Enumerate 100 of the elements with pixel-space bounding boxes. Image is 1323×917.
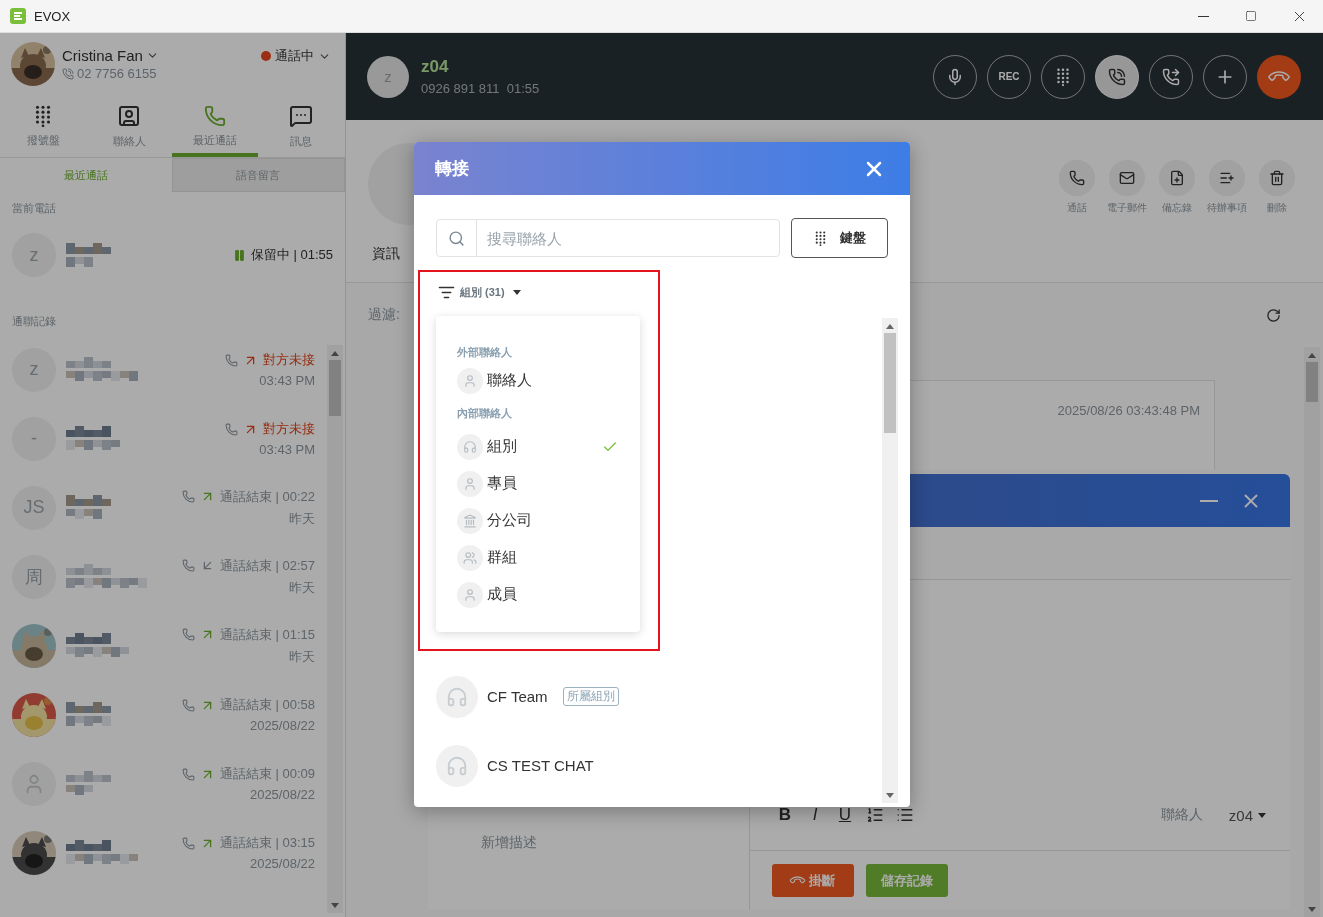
- call-history-item[interactable]: 通話結束 | 00:58 2025/08/22: [0, 680, 327, 749]
- call-control-button[interactable]: [1095, 54, 1139, 99]
- action-button[interactable]: [1259, 160, 1295, 196]
- message-icon: [289, 103, 313, 128]
- action-button[interactable]: [1059, 160, 1095, 196]
- minimize-icon[interactable]: [1197, 15, 1209, 17]
- scrollbar[interactable]: [327, 345, 343, 913]
- user-name[interactable]: Cristina Fan: [62, 47, 254, 64]
- scroll-down-icon[interactable]: [1308, 907, 1316, 912]
- dialog-title: 轉接: [435, 158, 470, 180]
- menu-item[interactable]: 組別: [457, 428, 640, 465]
- menu-item[interactable]: 專員: [457, 465, 640, 502]
- refresh-icon: [1266, 307, 1281, 323]
- hang-up-button[interactable]: 掛斷: [772, 864, 854, 897]
- filter-dropdown[interactable]: 組別 (31): [436, 282, 521, 302]
- format-button[interactable]: U: [836, 805, 854, 825]
- scrollbar[interactable]: [882, 318, 898, 803]
- nav-tab[interactable]: 聯絡人: [86, 95, 172, 157]
- call-status: 通話結束 | 01:15: [219, 625, 315, 644]
- call-history-item[interactable]: 周 通話結束 | 02:57 昨天: [0, 542, 327, 611]
- menu-item[interactable]: 聯絡人: [457, 362, 640, 399]
- nav-tab[interactable]: 訊息: [258, 95, 344, 157]
- call-time: 2025/08/22: [249, 856, 315, 871]
- phone-icon: [204, 104, 226, 127]
- scroll-thumb[interactable]: [329, 360, 341, 416]
- call-status: 通話結束 | 00:09: [219, 765, 315, 783]
- call-history-item[interactable]: z 對方未接 03:43 PM: [0, 335, 327, 404]
- contact-dropdown[interactable]: z04: [1228, 806, 1266, 824]
- nav-tab[interactable]: 撥號盤: [0, 95, 86, 157]
- call-history-item[interactable]: 通話結束 | 00:09 2025/08/22: [0, 749, 327, 818]
- phone-icon: [225, 422, 238, 436]
- scroll-down-icon[interactable]: [331, 903, 339, 908]
- search-icon: [448, 229, 465, 247]
- people-icon: [463, 550, 477, 565]
- call-status: 對方未接: [263, 351, 315, 369]
- call-time: 昨天: [289, 509, 315, 528]
- window-title: EVOX: [34, 8, 72, 24]
- call-history-item[interactable]: 通話結束 | 03:15 2025/08/22: [0, 818, 327, 887]
- action-button[interactable]: [1109, 160, 1145, 196]
- contact-item[interactable]: CF Team 所屬組別: [436, 662, 882, 731]
- headset-icon: [446, 754, 468, 777]
- scrollbar[interactable]: [1304, 347, 1320, 917]
- call-status: 通話結束 | 03:15: [219, 834, 315, 852]
- search-field[interactable]: 搜尋聯絡人: [436, 219, 780, 257]
- caller-name: z04: [421, 57, 450, 77]
- phone-icon: [181, 836, 195, 850]
- call-status: 對方未接: [263, 420, 315, 438]
- phone-icon: [225, 353, 238, 367]
- menu-item[interactable]: 群組: [457, 539, 640, 576]
- action-button[interactable]: [1159, 160, 1195, 196]
- contact-item[interactable]: CS TEST CHAT: [436, 731, 882, 800]
- action-label: 電子郵件: [1107, 201, 1147, 215]
- phone-icon: [181, 628, 195, 641]
- phone-icon: [181, 767, 195, 781]
- phone-forward-icon: [1162, 67, 1180, 86]
- microphone-icon: [946, 67, 964, 86]
- scroll-down-icon[interactable]: [886, 793, 894, 798]
- headset-icon: [446, 685, 468, 708]
- user-phone: 02 7756 6155: [77, 66, 157, 81]
- person-icon: [463, 587, 477, 602]
- keypad-button[interactable]: 鍵盤: [791, 218, 888, 258]
- scroll-thumb[interactable]: [1306, 362, 1318, 402]
- call-time: 03:43 PM: [259, 373, 315, 388]
- avatar: JS: [12, 485, 56, 530]
- format-button[interactable]: [866, 806, 884, 824]
- menu-heading: 外部聯絡人: [457, 344, 512, 360]
- scroll-thumb[interactable]: [884, 333, 896, 433]
- action-label: 待辦事項: [1207, 201, 1247, 215]
- status-dropdown[interactable]: 通話中: [261, 47, 331, 65]
- action-button[interactable]: [1209, 160, 1245, 196]
- call-control-button[interactable]: [1257, 54, 1301, 99]
- mail-icon: [1119, 170, 1135, 186]
- menu-item[interactable]: 分公司: [457, 502, 640, 539]
- description-field[interactable]: 新增描述: [481, 834, 749, 852]
- file-plus-icon: [1169, 170, 1185, 186]
- avatar: 周: [12, 554, 56, 599]
- phone-icon: [181, 559, 195, 572]
- dialpad-icon: [813, 230, 828, 246]
- call-time: 昨天: [289, 578, 315, 597]
- section-heading: 當前電話: [12, 201, 56, 216]
- contact-label: 聯絡人: [1160, 806, 1203, 824]
- call-history-item[interactable]: - 對方未接 03:43 PM: [0, 404, 327, 473]
- format-button[interactable]: B: [776, 805, 794, 825]
- trash-icon: [1269, 170, 1285, 186]
- phone-icon: [1108, 67, 1126, 86]
- menu-item[interactable]: 成員: [457, 576, 640, 613]
- tag: 所屬組別: [562, 687, 619, 706]
- call-history-item[interactable]: JS 通話結束 | 00:22 昨天: [0, 473, 327, 542]
- call-history-item[interactable]: 通話結束 | 01:15 昨天: [0, 611, 327, 680]
- person-icon: [463, 373, 477, 388]
- format-button[interactable]: [896, 806, 914, 824]
- dialpad-icon: [1054, 67, 1072, 86]
- maximize-icon[interactable]: [1245, 10, 1257, 22]
- list-plus-icon: [1219, 170, 1235, 186]
- call-time: 03:43 PM: [259, 442, 315, 457]
- avatar: z: [12, 233, 56, 277]
- call-status: 通話結束 | 00:58: [219, 696, 315, 714]
- headset-icon: [463, 439, 477, 454]
- action-label: 刪除: [1267, 201, 1287, 215]
- format-button[interactable]: I: [806, 805, 824, 825]
